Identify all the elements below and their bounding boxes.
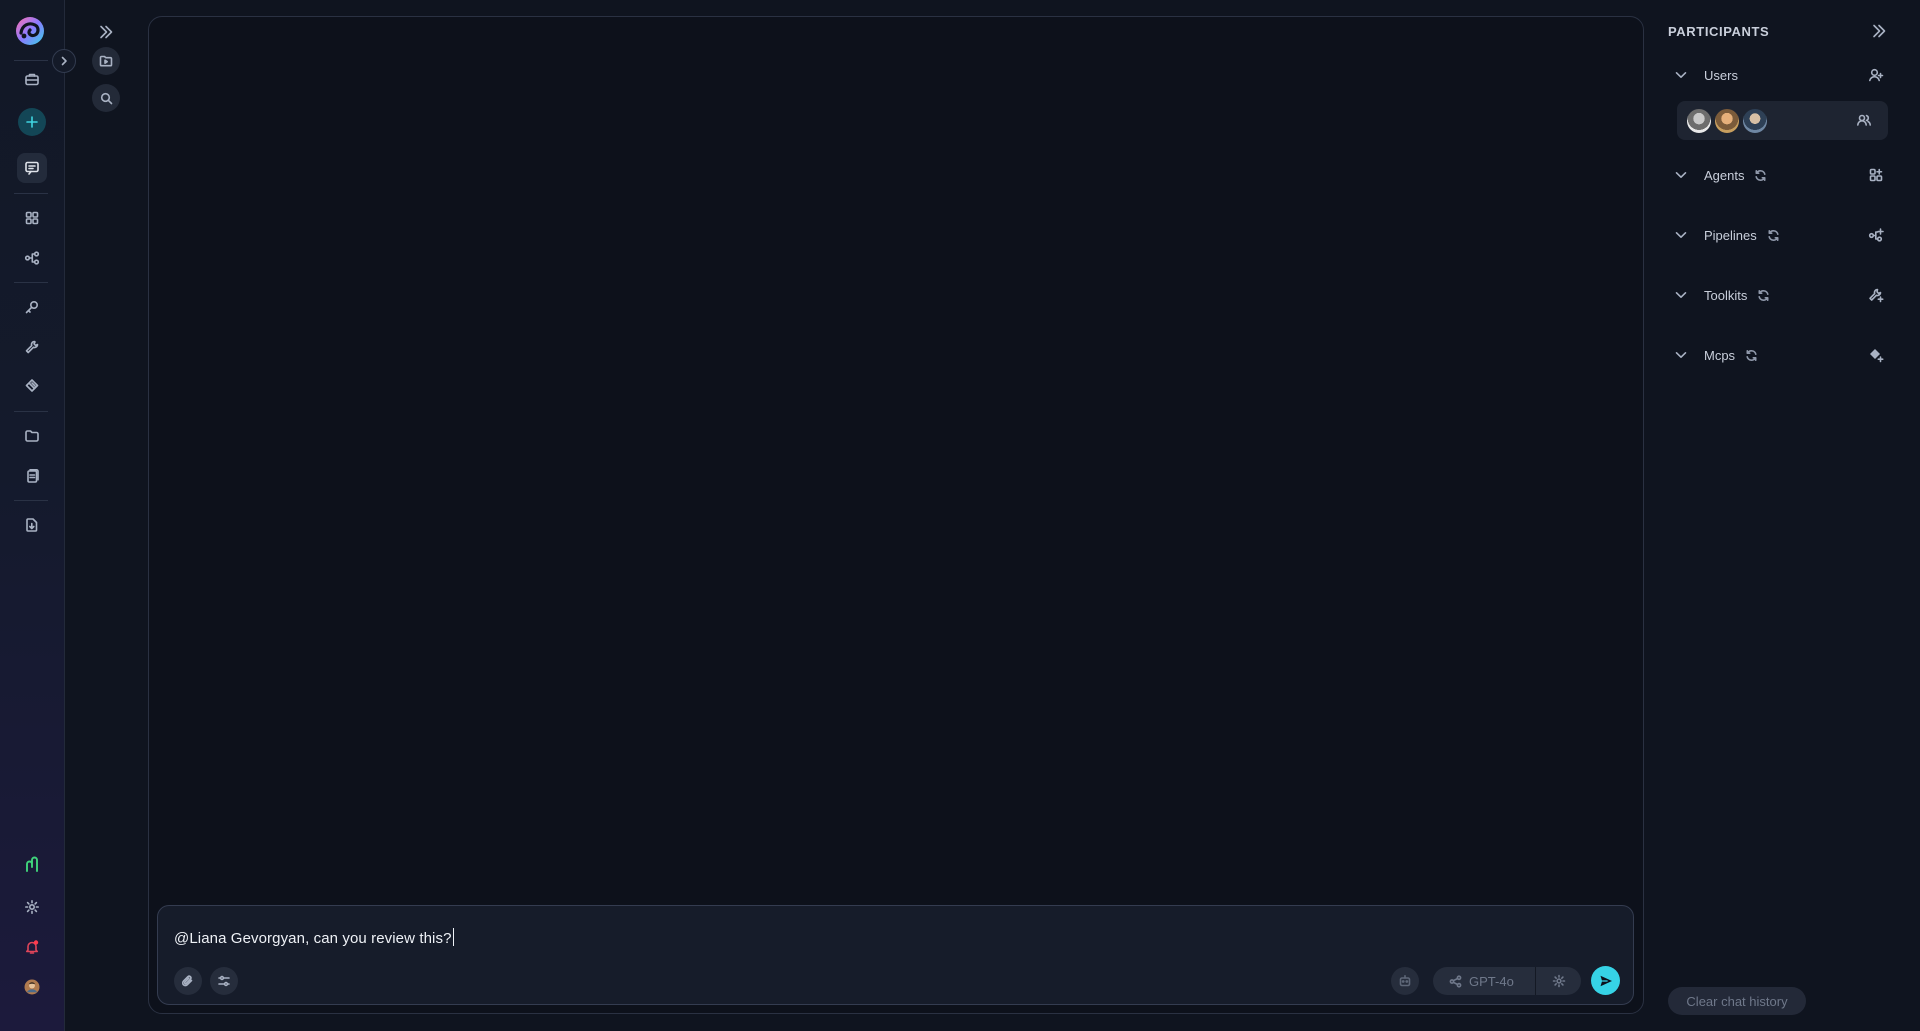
double-chevron-right-icon[interactable] [92, 18, 120, 46]
left-rail [0, 0, 65, 1031]
section-label: Toolkits [1704, 287, 1748, 303]
plus-icon[interactable] [18, 108, 46, 136]
chevron-down-icon[interactable] [1674, 228, 1692, 242]
message-text: @Liana Gevorgyan, can you review this? [174, 930, 452, 947]
folder-icon[interactable] [17, 421, 47, 451]
attach-icon[interactable] [174, 967, 202, 995]
share-nodes-icon [1449, 974, 1462, 988]
pipeline-icon[interactable] [17, 243, 47, 273]
add-user-icon[interactable] [1868, 67, 1884, 83]
rail-divider [14, 500, 48, 501]
message-composer[interactable]: @Liana Gevorgyan, can you review this? G… [157, 905, 1634, 1005]
section-label: Agents [1704, 167, 1745, 183]
model-settings-icon[interactable] [1536, 967, 1581, 995]
grid-icon[interactable] [17, 203, 47, 233]
avatar[interactable] [1685, 107, 1713, 135]
wrench-icon[interactable] [17, 332, 47, 362]
avatar[interactable] [1713, 107, 1741, 135]
sliders-icon[interactable] [210, 967, 238, 995]
model-select-button[interactable]: GPT-4o [1433, 967, 1535, 995]
app-logo[interactable] [15, 16, 45, 46]
documents-icon[interactable] [17, 461, 47, 491]
section-agents: Agents [1674, 163, 1884, 187]
clear-chat-history-button[interactable]: Clear chat history [1668, 987, 1806, 1015]
rail-divider [14, 282, 48, 283]
add-toolkit-icon[interactable] [1868, 287, 1884, 303]
double-chevron-right-icon[interactable] [1870, 22, 1888, 40]
refresh-icon[interactable] [1745, 349, 1758, 362]
model-selector: GPT-4o [1433, 967, 1581, 995]
refresh-icon[interactable] [1767, 229, 1780, 242]
chevron-down-icon[interactable] [1674, 68, 1692, 82]
text-caret [452, 928, 454, 946]
user-avatar[interactable] [17, 972, 47, 1002]
rail-divider [14, 411, 48, 412]
refresh-icon[interactable] [1754, 169, 1767, 182]
send-icon [1600, 975, 1612, 986]
section-users: Users [1674, 63, 1884, 87]
add-agent-icon[interactable] [1868, 167, 1884, 183]
chevron-down-icon[interactable] [1674, 288, 1692, 302]
send-button[interactable] [1591, 966, 1620, 995]
section-label: Mcps [1704, 347, 1736, 363]
rail-divider [14, 60, 48, 61]
robot-icon[interactable] [1391, 967, 1419, 995]
model-name: GPT-4o [1469, 973, 1514, 989]
new-folder-icon[interactable] [92, 47, 120, 75]
mcp-icon[interactable] [17, 371, 47, 401]
add-mcp-icon[interactable] [1868, 347, 1884, 363]
refresh-icon[interactable] [1757, 289, 1770, 302]
key-icon[interactable] [17, 292, 47, 322]
group-users-icon[interactable] [1856, 112, 1872, 128]
add-pipeline-icon[interactable] [1868, 227, 1884, 243]
participants-title: PARTICIPANTS [1668, 24, 1770, 39]
section-mcps: Mcps [1674, 343, 1884, 367]
message-input[interactable]: @Liana Gevorgyan, can you review this? [174, 928, 454, 947]
section-toolkits: Toolkits [1674, 283, 1884, 307]
section-pipelines: Pipelines [1674, 223, 1884, 247]
notification-bell-icon[interactable] [17, 932, 47, 962]
chevron-down-icon[interactable] [1674, 348, 1692, 362]
settings-icon[interactable] [17, 892, 47, 922]
chevron-down-icon[interactable] [1674, 168, 1692, 182]
expand-rail-button[interactable] [52, 49, 76, 73]
section-label: Pipelines [1704, 227, 1757, 243]
voice-icon[interactable] [17, 850, 47, 880]
chat-icon[interactable] [17, 153, 47, 183]
avatar[interactable] [1741, 107, 1769, 135]
rail-divider [14, 193, 48, 194]
users-list [1677, 101, 1888, 140]
section-label: Users [1704, 67, 1738, 83]
file-download-icon[interactable] [17, 510, 47, 540]
search-icon[interactable] [92, 84, 120, 112]
chat-panel: @Liana Gevorgyan, can you review this? G… [148, 16, 1644, 1014]
briefcase-icon[interactable] [17, 64, 47, 94]
